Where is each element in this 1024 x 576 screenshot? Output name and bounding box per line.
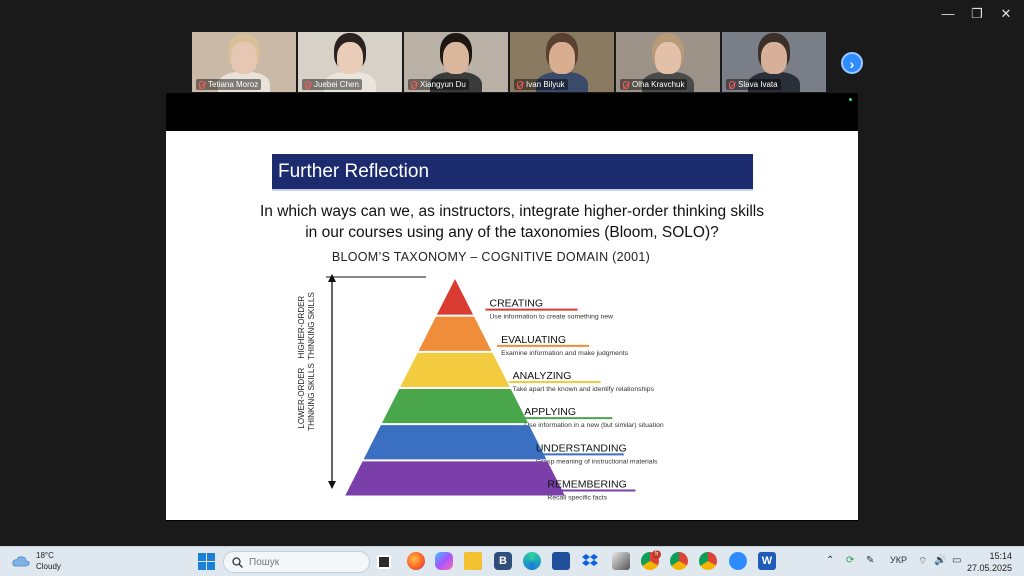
participant-name: Tetiana Moroz <box>208 80 259 89</box>
level-name: REMEMBERING <box>547 479 626 491</box>
restore-button[interactable]: ❐ <box>962 4 992 24</box>
mic-muted-icon <box>729 80 735 89</box>
participant-name: Juebei Chen <box>314 80 359 89</box>
participant-face <box>337 42 363 74</box>
participant-name-tag: Olha Kravchuk <box>620 79 688 90</box>
participant-name: Ivan Bilyuk <box>526 80 565 89</box>
participant-name-tag: Ivan Bilyuk <box>514 79 568 90</box>
higher-order-label-2: THINKING SKILLS <box>307 292 316 360</box>
sync-icon[interactable]: ⟳ <box>846 555 854 566</box>
level-description: Recall specific facts <box>547 495 607 502</box>
minimize-button[interactable]: — <box>933 4 963 24</box>
pyramid-tier-understanding <box>363 425 547 460</box>
zoom-icon[interactable] <box>729 552 747 570</box>
svg-text:HIGHER-ORDER THINKING: HIGHER-ORDER THINKING SKILLS <box>297 292 316 360</box>
clock-date: 27.05.2025 <box>966 563 1012 573</box>
pyramid-tier-analyzing <box>400 352 510 387</box>
system-clock[interactable]: 15:14 27.05.2025 <box>967 550 1012 574</box>
level-name: CREATING <box>490 298 543 310</box>
level-description: Examine information and make judgments <box>501 350 629 357</box>
task-view-icon[interactable] <box>377 555 391 569</box>
zoom-meeting-window: — ❐ ✕ Tetiana Moroz Juebei Chen Xiangyun… <box>0 0 1024 546</box>
language-indicator[interactable]: УКР <box>890 555 907 565</box>
participant-name: Xiangyun Du <box>420 80 466 89</box>
word-icon[interactable]: W <box>758 552 776 570</box>
higher-order-label-1: HIGHER-ORDER <box>297 296 306 359</box>
mic-muted-icon <box>199 80 205 89</box>
participant-tile[interactable]: Slava Ivata <box>722 32 826 92</box>
b-app-icon[interactable]: B <box>494 552 512 570</box>
participant-name-tag: Juebei Chen <box>302 79 362 90</box>
tray-overflow-icon[interactable]: ⌃ <box>826 555 834 566</box>
level-name: APPLYING <box>524 406 576 418</box>
level-description: Use information in a new (but similar) s… <box>524 422 664 429</box>
file-explorer-icon[interactable] <box>464 552 482 570</box>
edge-icon[interactable] <box>523 552 541 570</box>
share-indicator-icon <box>849 98 852 101</box>
pyramid-tier-applying <box>381 389 529 424</box>
close-button[interactable]: ✕ <box>991 4 1021 24</box>
participant-tile[interactable]: Ivan Bilyuk <box>510 32 614 92</box>
search-input[interactable] <box>249 556 359 568</box>
participant-gallery: Tetiana Moroz Juebei Chen Xiangyun Du Iv… <box>192 32 826 92</box>
level-name: UNDERSTANDING <box>536 442 627 454</box>
clock-time: 15:14 <box>989 551 1012 561</box>
pyramid-tier-evaluating <box>418 316 492 351</box>
participant-name-tag: Tetiana Moroz <box>196 79 262 90</box>
copilot-icon[interactable] <box>435 552 453 570</box>
volume-icon[interactable]: 🔊 <box>934 555 946 566</box>
level-name: EVALUATING <box>501 334 566 346</box>
mic-muted-icon <box>305 80 311 89</box>
windows-start-icon[interactable] <box>198 553 215 570</box>
mic-muted-icon <box>623 80 629 89</box>
participant-face <box>761 42 787 74</box>
level-description: Grasp meaning of instructional materials <box>536 458 658 465</box>
participant-face <box>549 42 575 74</box>
participant-name-tag: Xiangyun Du <box>408 79 469 90</box>
weather-widget[interactable]: 18°C Cloudy <box>12 550 61 572</box>
svg-text:LOWER-ORDER THINKING S: LOWER-ORDER THINKING SKILLS <box>297 363 316 431</box>
cloud-icon <box>12 556 30 567</box>
participant-tile[interactable]: Tetiana Moroz <box>192 32 296 92</box>
wifi-icon[interactable]: ⌔ <box>918 555 927 568</box>
notification-badge: 5 <box>652 550 661 559</box>
bloom-pyramid-diagram: LOWER-ORDER THINKING SKILLS HIGHER-ORDER… <box>297 274 664 502</box>
chrome-profile-icon[interactable] <box>670 552 688 570</box>
chrome-profile-2-icon[interactable] <box>699 552 717 570</box>
mic-muted-icon <box>517 80 523 89</box>
lower-order-label-2: THINKING SKILLS <box>307 363 316 431</box>
taskbar-search[interactable] <box>223 551 370 573</box>
windows-taskbar: 18°C Cloudy B 5 W ⌃ ⟳ ✎ УКР ⌔ 🔊 ▭ 15:14 … <box>0 546 1024 576</box>
store-icon[interactable] <box>552 552 570 570</box>
participant-name: Olha Kravchuk <box>632 80 685 89</box>
level-description: Take apart the known and identify relati… <box>513 386 655 393</box>
participant-name: Slava Ivata <box>738 80 778 89</box>
participant-tile[interactable]: Olha Kravchuk <box>616 32 720 92</box>
mic-muted-icon <box>411 80 417 89</box>
participant-name-tag: Slava Ivata <box>726 79 781 90</box>
next-page-button[interactable]: › <box>841 52 863 74</box>
presentation-slide: Further Reflection In which ways can we,… <box>166 131 858 520</box>
pyramid-tier-creating <box>436 279 474 315</box>
lower-order-label-1: LOWER-ORDER <box>297 367 306 428</box>
participant-face <box>655 42 681 74</box>
weather-temp: 18°C <box>36 551 54 560</box>
level-name: ANALYZING <box>513 370 572 382</box>
participant-tile[interactable]: Xiangyun Du <box>404 32 508 92</box>
participant-face <box>231 42 257 74</box>
search-icon <box>232 556 243 568</box>
firefox-icon[interactable] <box>407 552 425 570</box>
weather-desc: Cloudy <box>36 562 61 571</box>
dropbox-icon[interactable] <box>581 552 599 570</box>
level-description: Use information to create something new <box>490 314 614 321</box>
app-icon[interactable] <box>612 552 630 570</box>
pen-icon[interactable]: ✎ <box>866 555 874 566</box>
battery-icon[interactable]: ▭ <box>952 555 961 566</box>
pyramid-tier-remembering <box>345 461 565 496</box>
participant-face <box>443 42 469 74</box>
participant-tile[interactable]: Juebei Chen <box>298 32 402 92</box>
